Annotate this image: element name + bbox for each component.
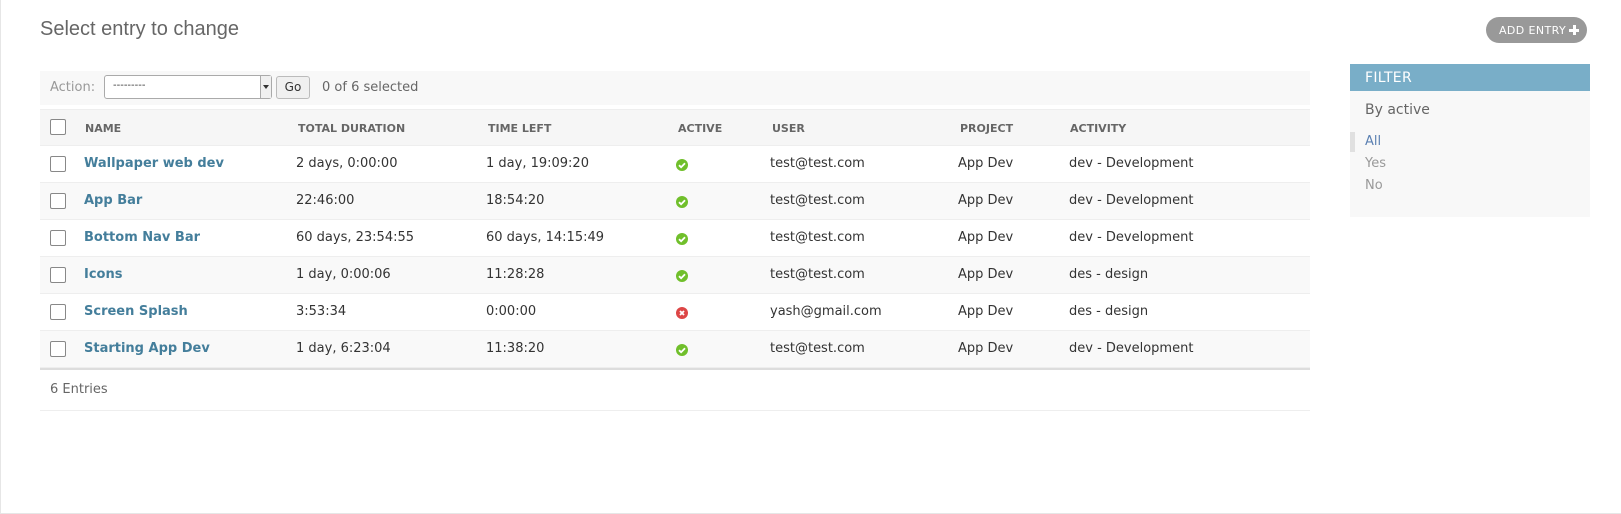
table-row: Screen Splash 3:53:34 0:00:00 yash@gmail… [40,294,1310,331]
filter-option-no[interactable]: No [1365,178,1383,193]
paginator: 6 Entries [40,367,1310,411]
entry-count: 6 Entries [50,382,108,397]
check-circle-icon [676,233,688,245]
add-entry-label: ADD ENTRY [1499,23,1567,37]
page-left-border [0,0,1,514]
table-row: Bottom Nav Bar 60 days, 23:54:55 60 days… [40,220,1310,257]
filter-option-yes[interactable]: Yes [1365,156,1386,171]
project: App Dev [958,193,1014,208]
activity: des - design [1069,304,1149,319]
time-left: 0:00:00 [486,304,537,319]
activity: dev - Development [1069,156,1194,171]
column-header-total-duration[interactable]: TOTAL DURATION [298,122,405,135]
project: App Dev [958,156,1014,171]
filter-selected-marker [1350,132,1355,152]
time-left: 18:54:20 [486,193,545,208]
filter-by-active-label: By active [1365,102,1430,118]
time-left: 11:38:20 [486,341,545,356]
entry-name-link[interactable]: Screen Splash [84,304,188,319]
total-duration: 2 days, 0:00:00 [296,156,398,171]
entry-name-link[interactable]: Wallpaper web dev [84,156,224,171]
x-circle-icon [676,307,688,319]
column-header-time-left[interactable]: TIME LEFT [488,122,551,135]
table-row: Starting App Dev 1 day, 6:23:04 11:38:20… [40,331,1310,368]
check-circle-icon [676,270,688,282]
entry-name-link[interactable]: Bottom Nav Bar [84,230,200,245]
select-all-checkbox[interactable] [50,119,66,135]
entry-name-link[interactable]: Icons [84,267,122,282]
project: App Dev [958,267,1014,282]
activity: dev - Development [1069,193,1194,208]
total-duration: 1 day, 0:00:06 [296,267,391,282]
user-email: test@test.com [770,193,865,208]
row-checkbox[interactable] [50,341,66,357]
go-button[interactable]: Go [276,76,310,99]
action-select[interactable]: --------- [104,75,272,99]
page-title: Select entry to change [40,18,240,40]
action-select-value: --------- [113,80,146,91]
entry-name-link[interactable]: Starting App Dev [84,341,210,356]
check-circle-icon [676,159,688,171]
row-checkbox[interactable] [50,230,66,246]
add-entry-button[interactable]: ADD ENTRY [1486,17,1587,43]
user-email: test@test.com [770,230,865,245]
project: App Dev [958,304,1014,319]
time-left: 11:28:28 [486,267,545,282]
row-checkbox[interactable] [50,193,66,209]
column-header-user[interactable]: USER [772,122,805,135]
activity: des - design [1069,267,1149,282]
table-row: App Bar 22:46:00 18:54:20 test@test.com … [40,183,1310,220]
project: App Dev [958,341,1014,356]
total-duration: 22:46:00 [296,193,355,208]
column-header-name[interactable]: NAME [85,122,121,135]
actions-bar: Action: --------- Go 0 of 6 selected [40,71,1310,105]
check-circle-icon [676,196,688,208]
row-checkbox[interactable] [50,267,66,283]
table-header: NAME TOTAL DURATION TIME LEFT ACTIVE USE… [40,109,1310,146]
filter-option-all[interactable]: All [1365,134,1381,149]
selection-counter: 0 of 6 selected [322,80,419,95]
column-header-activity[interactable]: ACTIVITY [1070,122,1126,135]
total-duration: 60 days, 23:54:55 [296,230,415,245]
row-checkbox[interactable] [50,304,66,320]
table-row: Wallpaper web dev 2 days, 0:00:00 1 day,… [40,146,1310,183]
check-circle-icon [676,344,688,356]
column-header-active[interactable]: ACTIVE [678,122,722,135]
user-email: test@test.com [770,341,865,356]
filter-title: FILTER [1350,64,1590,91]
time-left: 1 day, 19:09:20 [486,156,589,171]
filter-panel: FILTER By active All Yes No [1350,64,1590,217]
chevron-down-icon[interactable] [260,76,271,98]
user-email: test@test.com [770,267,865,282]
time-left: 60 days, 14:15:49 [486,230,605,245]
table-row: Icons 1 day, 0:00:06 11:28:28 test@test.… [40,257,1310,294]
plus-icon [1569,25,1579,35]
activity: dev - Development [1069,341,1194,356]
project: App Dev [958,230,1014,245]
total-duration: 3:53:34 [296,304,347,319]
user-email: yash@gmail.com [770,304,882,319]
total-duration: 1 day, 6:23:04 [296,341,391,356]
action-label: Action: [50,80,96,95]
row-checkbox[interactable] [50,156,66,172]
entry-name-link[interactable]: App Bar [84,193,142,208]
results-table: NAME TOTAL DURATION TIME LEFT ACTIVE USE… [40,109,1310,370]
user-email: test@test.com [770,156,865,171]
column-header-project[interactable]: PROJECT [960,122,1013,135]
activity: dev - Development [1069,230,1194,245]
